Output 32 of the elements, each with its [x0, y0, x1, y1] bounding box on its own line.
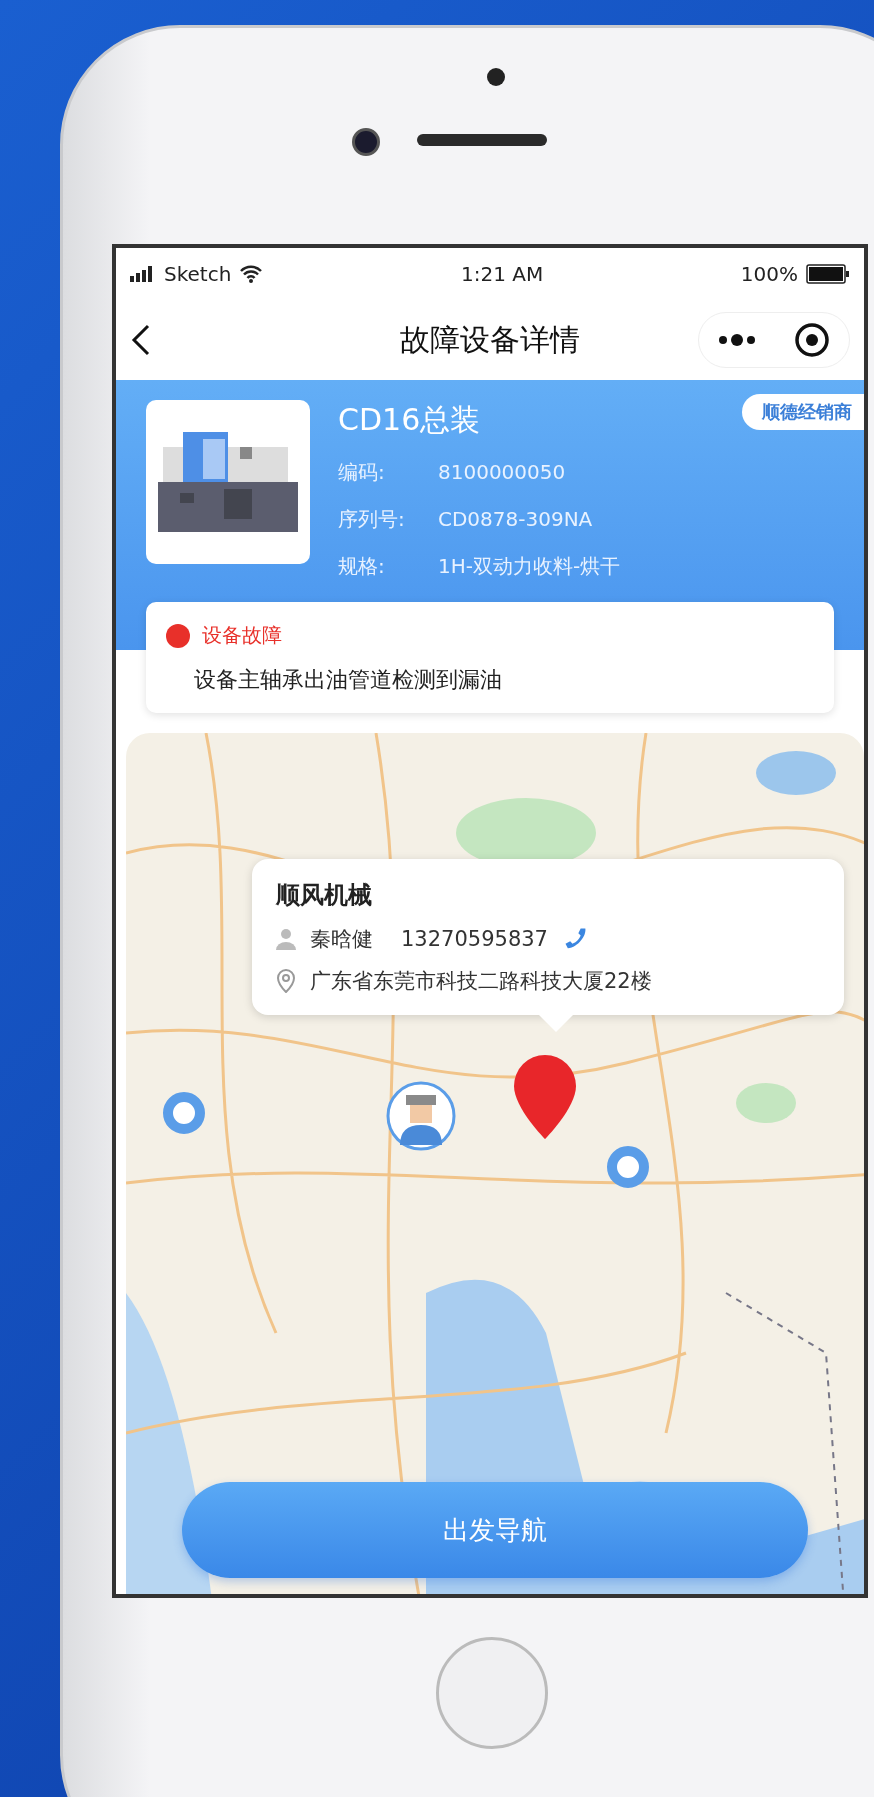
- carrier-name: Sketch: [164, 262, 232, 286]
- worker-avatar: [386, 1081, 456, 1151]
- map-pin-icon: [512, 1053, 578, 1141]
- dealer-tag: 顺德经销商: [742, 394, 864, 430]
- location-ring-icon: [606, 1145, 650, 1189]
- status-time: 1:21 AM: [461, 262, 544, 286]
- target-icon: [793, 322, 830, 358]
- camera-icon: [352, 128, 380, 156]
- battery-percent: 100%: [740, 262, 798, 286]
- device-name: CD16总装: [338, 401, 482, 439]
- company-name: 顺风机械: [276, 880, 373, 911]
- field-label: 规格:: [338, 553, 386, 580]
- location-pin-icon: [276, 969, 296, 993]
- sensor-dot: [487, 68, 505, 86]
- wifi-icon: [239, 265, 264, 283]
- fault-description: 设备主轴承出油管道检测到漏油: [193, 666, 503, 694]
- field-value: CD0878-309NA: [438, 506, 593, 533]
- back-icon[interactable]: [130, 323, 152, 357]
- page-title: 故障设备详情: [400, 320, 580, 359]
- person-icon: [276, 928, 296, 950]
- contact-phone: 13270595837: [401, 927, 548, 951]
- battery-icon: [806, 264, 850, 284]
- field-label: 编码:: [338, 459, 386, 486]
- more-icon: [716, 334, 757, 346]
- contact-name: 秦晗健: [310, 926, 373, 953]
- field-label: 序列号:: [338, 506, 406, 533]
- field-value: 8100000050: [438, 459, 566, 486]
- fault-status: 设备故障: [202, 622, 282, 649]
- navigate-button[interactable]: 出发导航: [182, 1482, 808, 1578]
- field-value: 1H-双动力收料-烘干: [438, 553, 621, 580]
- location-ring-icon: [162, 1091, 206, 1135]
- address-text: 广东省东莞市科技二路科技大厦22楼: [310, 968, 652, 995]
